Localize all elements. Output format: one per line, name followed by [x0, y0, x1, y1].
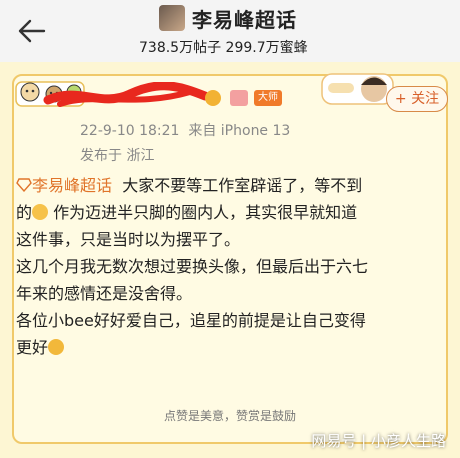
post-text-6: 各位小bee好好爱自己，追星的前提是让自己变得 — [16, 311, 366, 330]
diamond-badge-icon — [230, 90, 248, 106]
post-source: 来自 iPhone 13 — [188, 123, 291, 139]
topic-avatar[interactable] — [159, 5, 185, 31]
post-text-7: 更好 — [16, 338, 49, 357]
post-text-3: 这件事，只是当时以为摆平了。 — [16, 230, 241, 249]
idol-avatar-sticker-icon — [321, 73, 394, 105]
topic-link[interactable]: 李易峰超话 — [32, 176, 112, 195]
topic-diamond-icon — [16, 178, 32, 193]
fan-level-icon — [205, 90, 221, 106]
post-text-1: 大家不要等工作室辟谣了，等不到 — [122, 176, 363, 195]
post-text-5: 年来的感情还是没舍得。 — [16, 284, 193, 303]
master-badge: 大师 — [254, 90, 282, 106]
post-body: 李易峰超话 大家不要等工作室辟谣了，等不到 的 作为迈进半只脚的圈内人，其实很早… — [16, 172, 446, 361]
post-meta: 22-9-10 18:21 来自 iPhone 13 — [80, 120, 290, 140]
crying-face-emoji-icon — [48, 339, 65, 355]
post-timestamp: 22-9-10 18:21 — [80, 123, 180, 139]
reward-prompt: 点赞是美意，赞赏是鼓励 — [163, 409, 296, 423]
username-redaction-scribble — [43, 82, 210, 107]
posts-count: 738.5万帖子 — [139, 40, 222, 56]
topic-stats: 738.5万帖子 299.7万蜜蜂 — [139, 37, 308, 57]
sad-face-emoji-icon — [32, 204, 49, 220]
post-line: 李易峰超话 大家不要等工作室辟谣了，等不到 — [16, 172, 446, 199]
topic-title: 李易峰超话 — [192, 8, 297, 32]
post-text-2b: 作为迈进半只脚的圈内人，其实很早就知道 — [53, 203, 358, 222]
follow-button[interactable]: + 关注 — [386, 86, 448, 112]
back-arrow-icon[interactable] — [16, 16, 46, 46]
post-line: 更好 — [16, 334, 446, 361]
post-location: 发布于 浙江 — [80, 148, 155, 164]
post-line: 的 作为迈进半只脚的圈内人，其实很早就知道 — [16, 199, 446, 226]
top-bar: 李易峰超话 738.5万帖子 299.7万蜜蜂 — [0, 0, 460, 62]
post-text-4: 这几个月我无数次想过要换头像，但最后出于六七 — [16, 257, 369, 276]
bees-count: 299.7万蜜蜂 — [225, 40, 308, 56]
post-text-2a: 的 — [16, 203, 33, 222]
watermark-text: 网易号 | 小彦人生路 — [311, 432, 446, 450]
